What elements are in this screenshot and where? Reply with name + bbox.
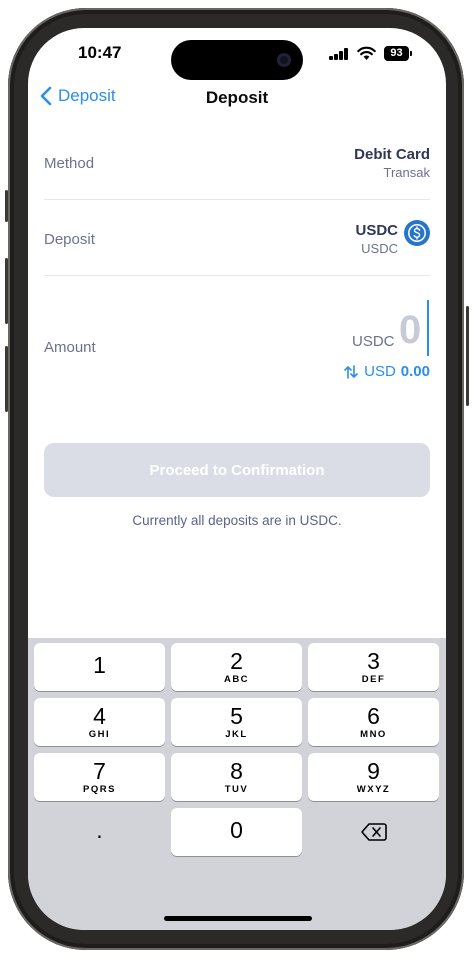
dynamic-island bbox=[171, 40, 303, 80]
key-letters: GHI bbox=[88, 729, 111, 740]
key-digit: 8 bbox=[230, 758, 243, 784]
camera-icon bbox=[277, 53, 291, 67]
key-letters: WXYZ bbox=[356, 784, 391, 795]
status-time: 10:47 bbox=[78, 43, 122, 62]
usdc-coin-icon bbox=[404, 220, 430, 246]
divider bbox=[44, 199, 430, 200]
key-4[interactable]: 4 GHI bbox=[34, 698, 165, 746]
deposit-value-block: USDC USDC bbox=[355, 222, 398, 256]
volume-up-button bbox=[5, 258, 8, 324]
key-letters: JKL bbox=[225, 729, 248, 740]
cellular-signal-icon bbox=[329, 48, 349, 60]
key-5[interactable]: 5 JKL bbox=[171, 698, 302, 746]
key-digit: 1 bbox=[93, 652, 106, 678]
home-indicator bbox=[164, 916, 312, 921]
screen: 10:47 93 Deposit Deposit Method Debit Ca… bbox=[28, 28, 446, 930]
backspace-icon bbox=[360, 823, 387, 841]
key-digit: 2 bbox=[230, 648, 243, 674]
key-3[interactable]: 3 DEF bbox=[308, 643, 439, 691]
navigation-bar: Deposit Deposit bbox=[28, 82, 446, 118]
key-7[interactable]: 7 PQRS bbox=[34, 753, 165, 801]
deposit-token: USDC bbox=[355, 222, 398, 239]
deposit-token-row[interactable]: Deposit USDC USDC bbox=[44, 216, 430, 264]
conversion-unit: USD bbox=[364, 363, 396, 380]
method-label: Method bbox=[44, 155, 95, 172]
method-provider: Transak bbox=[383, 165, 430, 180]
proceed-button[interactable]: Proceed to Confirmation bbox=[44, 443, 430, 497]
method-value-block: Debit Card Transak bbox=[354, 146, 430, 180]
method-value: Debit Card bbox=[354, 146, 430, 163]
wifi-icon bbox=[357, 46, 376, 60]
key-digit: 5 bbox=[230, 703, 243, 729]
page-title: Deposit bbox=[205, 88, 269, 107]
text-caret bbox=[427, 300, 429, 356]
key-letters: ABC bbox=[223, 674, 250, 685]
key-letters: DEF bbox=[361, 674, 386, 685]
key-8[interactable]: 8 TUV bbox=[171, 753, 302, 801]
key-decimal[interactable]: . bbox=[34, 808, 165, 856]
conversion-toggle[interactable]: USD 0.00 bbox=[343, 363, 430, 380]
volume-down-button bbox=[5, 346, 8, 412]
key-digit: . bbox=[96, 817, 103, 843]
key-digit: 0 bbox=[230, 817, 243, 843]
method-row[interactable]: Method Debit Card Transak bbox=[44, 140, 430, 188]
key-2[interactable]: 2 ABC bbox=[171, 643, 302, 691]
key-letters: TUV bbox=[224, 784, 249, 795]
deposit-label: Deposit bbox=[44, 231, 95, 248]
battery-indicator: 93 bbox=[384, 46, 412, 61]
amount-label: Amount bbox=[44, 339, 96, 356]
key-9[interactable]: 9 WXYZ bbox=[308, 753, 439, 801]
key-digit: 6 bbox=[367, 703, 380, 729]
mute-switch bbox=[5, 190, 8, 222]
amount-input[interactable]: 0 bbox=[399, 308, 421, 353]
backspace-key[interactable] bbox=[308, 808, 439, 856]
swap-arrows-icon bbox=[344, 364, 358, 379]
key-letters: MNO bbox=[360, 729, 387, 740]
key-0[interactable]: 0 bbox=[171, 808, 302, 856]
key-digit: 4 bbox=[93, 703, 106, 729]
status-bar: 10:47 93 bbox=[28, 28, 446, 82]
deposit-token-sub: USDC bbox=[361, 241, 398, 256]
key-digit: 3 bbox=[367, 648, 380, 674]
divider bbox=[44, 275, 430, 276]
power-button bbox=[466, 306, 469, 406]
key-letters: PQRS bbox=[83, 784, 116, 795]
amount-unit: USDC bbox=[352, 333, 395, 350]
key-digit: 9 bbox=[367, 758, 380, 784]
deposit-note: Currently all deposits are in USDC. bbox=[132, 513, 342, 528]
numeric-keypad: 1 2 ABC 3 DEF 4 GHI 5 JKL 6 MNO 7 PQRS 8 TUV 9W… bbox=[28, 638, 446, 930]
key-digit: 7 bbox=[93, 758, 106, 784]
conversion-value: 0.00 bbox=[400, 363, 430, 380]
key-6[interactable]: 6 MNO bbox=[308, 698, 439, 746]
key-1[interactable]: 1 bbox=[34, 643, 165, 691]
